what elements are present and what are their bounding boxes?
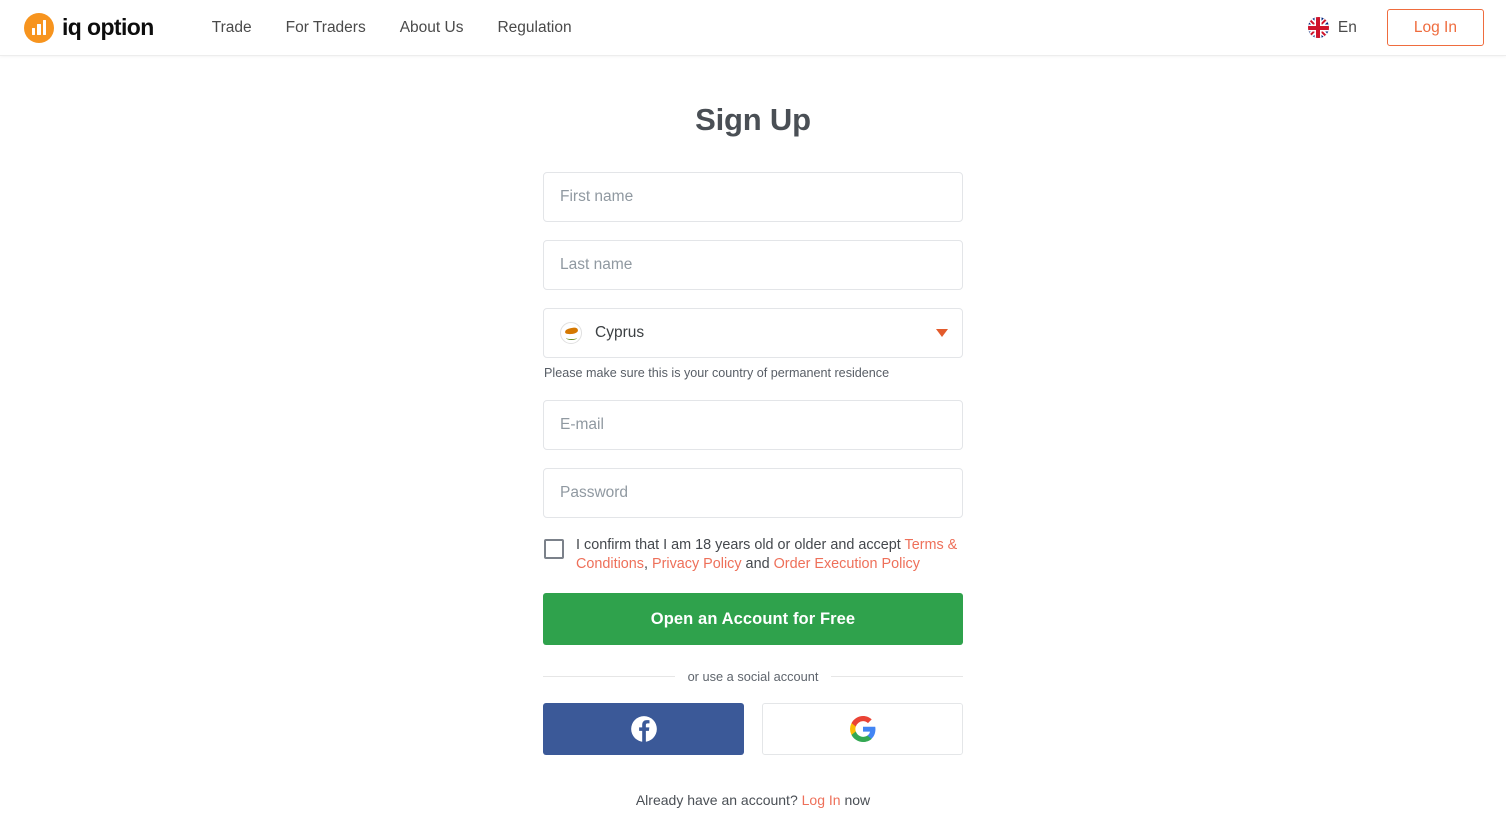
login-prompt: Already have an account? Log In now (543, 792, 963, 808)
open-account-button[interactable]: Open an Account for Free (543, 593, 963, 645)
login-prompt-prefix: Already have an account? (635, 792, 802, 808)
social-buttons-row (543, 703, 963, 755)
order-execution-policy-link[interactable]: Order Execution Policy (774, 556, 920, 572)
divider-label: or use a social account (687, 669, 819, 684)
email-field[interactable] (543, 400, 963, 450)
signup-form: Sign Up Cyprus Please make sure this is … (543, 102, 964, 828)
facebook-icon (630, 716, 657, 742)
age-terms-checkbox[interactable] (544, 539, 564, 559)
google-login-button[interactable] (762, 703, 963, 755)
page-title: Sign Up (695, 102, 811, 137)
language-label: En (1337, 18, 1357, 36)
language-selector[interactable]: En (1307, 17, 1357, 38)
uk-flag-icon (1307, 17, 1329, 38)
site-header: iq option Trade For Traders About Us Reg… (0, 0, 1506, 56)
consent-row: I confirm that I am 18 years old or olde… (544, 536, 963, 574)
login-link[interactable]: Log In (802, 792, 841, 808)
logo[interactable]: iq option (24, 12, 154, 43)
chevron-down-icon[interactable] (936, 329, 948, 337)
country-hint: Please make sure this is your country of… (544, 366, 890, 380)
logo-wordmark: iq option (62, 14, 154, 40)
consent-text: I confirm that I am 18 years old or olde… (576, 536, 963, 574)
consent-intro: I confirm that I am 18 years old or olde… (576, 537, 905, 553)
nav-item-about-us[interactable]: About Us (383, 19, 481, 37)
consent-sep-1: , (644, 556, 652, 572)
password-field[interactable] (543, 468, 963, 518)
last-name-field[interactable] (543, 240, 963, 290)
nav-item-trade[interactable]: Trade (195, 19, 269, 37)
header-right: En Log In (1307, 8, 1484, 47)
login-button[interactable]: Log In (1386, 8, 1484, 47)
email-input[interactable] (560, 401, 946, 449)
google-icon (849, 716, 875, 742)
bar-chart-logo-icon (24, 12, 54, 43)
page-body: Sign Up Cyprus Please make sure this is … (0, 56, 1506, 828)
first-name-input[interactable] (560, 173, 946, 221)
nav-item-for-traders[interactable]: For Traders (269, 19, 383, 37)
main-nav: Trade For Traders About Us Regulation (195, 19, 589, 37)
login-prompt-suffix: now (840, 792, 871, 808)
nav-item-regulation[interactable]: Regulation (480, 19, 588, 37)
social-divider: or use a social account (543, 669, 964, 684)
privacy-policy-link[interactable]: Privacy Policy (652, 556, 742, 572)
consent-sep-2: and (741, 556, 774, 572)
last-name-input[interactable] (560, 241, 946, 289)
cyprus-flag-icon (560, 322, 582, 344)
divider-line-right (831, 676, 964, 677)
divider-line-left (543, 676, 675, 677)
first-name-field[interactable] (543, 172, 963, 222)
country-selector[interactable]: Cyprus (543, 308, 963, 358)
facebook-login-button[interactable] (543, 703, 744, 755)
password-input[interactable] (560, 469, 946, 517)
country-selected-value: Cyprus (595, 324, 645, 341)
